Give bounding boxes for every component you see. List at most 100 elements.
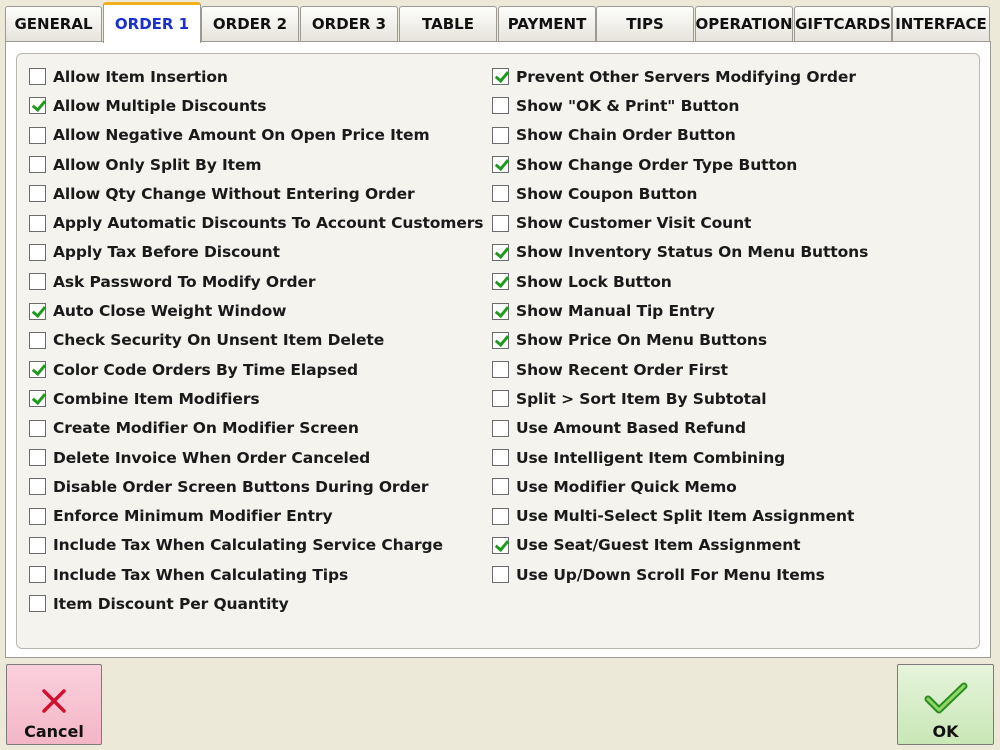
option-row[interactable]: Use Intelligent Item Combining — [492, 443, 868, 472]
option-row[interactable]: Color Code Orders By Time Elapsed — [29, 355, 483, 384]
cancel-label: Cancel — [24, 722, 84, 741]
option-row[interactable]: Disable Order Screen Buttons During Orde… — [29, 472, 483, 501]
checkbox[interactable] — [29, 566, 46, 584]
checkbox[interactable] — [29, 126, 46, 144]
option-row[interactable]: Delete Invoice When Order Canceled — [29, 443, 483, 472]
checkbox[interactable] — [492, 97, 509, 115]
cancel-button[interactable]: Cancel — [6, 664, 102, 745]
tab-operation[interactable]: OPERATION — [695, 6, 793, 41]
checkbox[interactable] — [492, 507, 509, 525]
checkbox[interactable] — [29, 390, 46, 408]
tab-general[interactable]: GENERAL — [5, 6, 102, 41]
option-row[interactable]: Allow Qty Change Without Entering Order — [29, 179, 483, 208]
checkbox[interactable] — [29, 68, 46, 86]
option-row[interactable]: Enforce Minimum Modifier Entry — [29, 501, 483, 530]
option-row[interactable]: Allow Item Insertion — [29, 62, 483, 91]
tab-order-3[interactable]: ORDER 3 — [300, 6, 398, 41]
option-row[interactable]: Allow Only Split By Item — [29, 150, 483, 179]
checkbox[interactable] — [29, 331, 46, 349]
checkbox[interactable] — [29, 214, 46, 232]
option-row[interactable]: Combine Item Modifiers — [29, 384, 483, 413]
tab-table[interactable]: TABLE — [399, 6, 497, 41]
option-row[interactable]: Show Manual Tip Entry — [492, 296, 868, 325]
option-label: Use Multi-Select Split Item Assignment — [516, 507, 855, 526]
option-row[interactable]: Show "OK & Print" Button — [492, 91, 868, 120]
option-row[interactable]: Show Change Order Type Button — [492, 150, 868, 179]
option-row[interactable]: Create Modifier On Modifier Screen — [29, 414, 483, 443]
checkbox[interactable] — [492, 185, 509, 203]
option-row[interactable]: Use Modifier Quick Memo — [492, 472, 868, 501]
option-label: Create Modifier On Modifier Screen — [53, 419, 359, 438]
option-row[interactable]: Ask Password To Modify Order — [29, 267, 483, 296]
checkbox[interactable] — [29, 273, 46, 291]
option-row[interactable]: Apply Tax Before Discount — [29, 238, 483, 267]
option-row[interactable]: Show Chain Order Button — [492, 121, 868, 150]
option-row[interactable]: Show Lock Button — [492, 267, 868, 296]
option-row[interactable]: Use Multi-Select Split Item Assignment — [492, 501, 868, 530]
checkbox[interactable] — [29, 243, 46, 261]
option-row[interactable]: Prevent Other Servers Modifying Order — [492, 62, 868, 91]
option-row[interactable]: Show Coupon Button — [492, 179, 868, 208]
checkbox[interactable] — [29, 361, 46, 379]
option-row[interactable]: Show Customer Visit Count — [492, 208, 868, 237]
option-row[interactable]: Include Tax When Calculating Service Cha… — [29, 531, 483, 560]
checkbox[interactable] — [29, 507, 46, 525]
checkbox[interactable] — [492, 156, 509, 174]
checkbox[interactable] — [492, 566, 509, 584]
option-row[interactable]: Auto Close Weight Window — [29, 296, 483, 325]
option-label: Item Discount Per Quantity — [53, 594, 289, 613]
checkbox[interactable] — [29, 478, 46, 496]
option-label: Include Tax When Calculating Tips — [53, 565, 349, 584]
option-label: Show Inventory Status On Menu Buttons — [516, 243, 869, 262]
option-row[interactable]: Allow Negative Amount On Open Price Item — [29, 121, 483, 150]
checkbox[interactable] — [29, 595, 46, 613]
option-row[interactable]: Show Price On Menu Buttons — [492, 326, 868, 355]
checkbox[interactable] — [492, 302, 509, 320]
checkbox[interactable] — [492, 126, 509, 144]
option-label: Apply Tax Before Discount — [53, 243, 280, 262]
option-label: Show Coupon Button — [516, 184, 698, 203]
checkbox[interactable] — [492, 331, 509, 349]
option-row[interactable]: Allow Multiple Discounts — [29, 91, 483, 120]
option-row[interactable]: Use Up/Down Scroll For Menu Items — [492, 560, 868, 589]
option-row[interactable]: Apply Automatic Discounts To Account Cus… — [29, 208, 484, 237]
checkbox[interactable] — [29, 185, 46, 203]
checkbox[interactable] — [492, 214, 509, 232]
tab-payment[interactable]: PAYMENT — [498, 6, 596, 41]
ok-button[interactable]: OK — [897, 664, 994, 745]
checkbox[interactable] — [492, 478, 509, 496]
option-row[interactable]: Use Seat/Guest Item Assignment — [492, 531, 868, 560]
option-row[interactable]: Split > Sort Item By Subtotal — [492, 384, 868, 413]
checkbox[interactable] — [492, 68, 509, 86]
checkbox[interactable] — [29, 536, 46, 554]
option-row[interactable]: Show Inventory Status On Menu Buttons — [492, 238, 868, 267]
checkbox[interactable] — [492, 273, 509, 291]
checkbox[interactable] — [492, 449, 509, 466]
settings-panel: Allow Item Insertion Allow Multiple Disco… — [5, 41, 991, 658]
checkbox[interactable] — [492, 361, 509, 379]
tab-tips[interactable]: TIPS — [596, 6, 694, 41]
option-row[interactable]: Check Security On Unsent Item Delete — [29, 326, 483, 355]
option-label: Use Up/Down Scroll For Menu Items — [516, 565, 825, 584]
checkbox[interactable] — [29, 419, 46, 437]
tab-order-1[interactable]: ORDER 1 — [103, 2, 201, 43]
option-label: Allow Multiple Discounts — [53, 96, 267, 115]
checkbox[interactable] — [29, 302, 46, 320]
checkbox[interactable] — [29, 449, 46, 466]
tab-order-2[interactable]: ORDER 2 — [201, 6, 299, 41]
checkbox[interactable] — [492, 536, 509, 554]
options-column-right: Prevent Other Servers Modifying Order Sho… — [492, 62, 868, 589]
checkbox[interactable] — [492, 419, 509, 437]
checkbox[interactable] — [29, 156, 46, 174]
option-row[interactable]: Show Recent Order First — [492, 355, 868, 384]
checkbox[interactable] — [29, 97, 46, 115]
tab-giftcards[interactable]: GIFTCARDS — [794, 6, 892, 41]
option-row[interactable]: Include Tax When Calculating Tips — [29, 560, 483, 589]
option-row[interactable]: Item Discount Per Quantity — [29, 589, 483, 618]
tab-interface[interactable]: INTERFACE — [892, 6, 990, 41]
options-column-left: Allow Item Insertion Allow Multiple Disco… — [29, 62, 484, 619]
checkbox[interactable] — [492, 243, 509, 261]
option-row[interactable]: Use Amount Based Refund — [492, 414, 868, 443]
option-label: Show Change Order Type Button — [516, 155, 798, 174]
checkbox[interactable] — [492, 390, 509, 408]
